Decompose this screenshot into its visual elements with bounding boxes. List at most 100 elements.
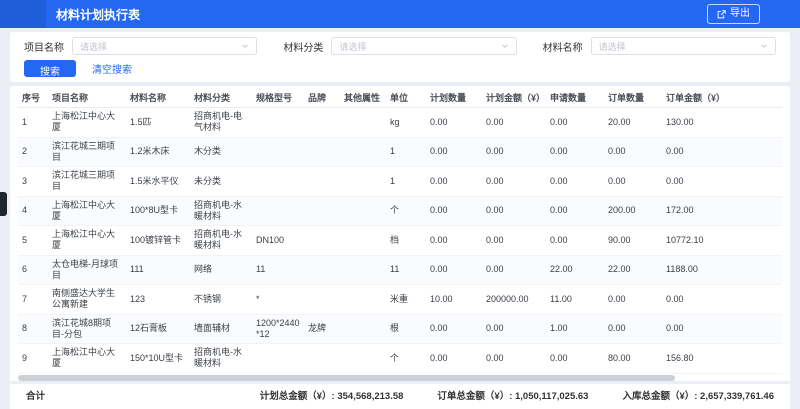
table-cell: 123 <box>126 285 190 315</box>
column-header: 其他属性 <box>340 88 386 108</box>
table-cell <box>340 314 386 344</box>
column-header: 品牌 <box>304 88 340 108</box>
table-cell: 22.00 <box>546 255 604 285</box>
table-cell: 0.00 <box>662 167 782 197</box>
table-header-row: 序号项目名称材料名称材料分类规格型号品牌其他属性单位计划数量计划金额（¥）申请数… <box>18 88 782 108</box>
table-cell: 上海松江中心大厦 <box>48 196 126 226</box>
side-drawer-handle[interactable] <box>0 192 7 216</box>
chevron-down-icon <box>241 42 249 50</box>
table-cell: 0.00 <box>482 108 546 138</box>
table-cell: 5 <box>18 226 48 256</box>
summary-total-label: 合计 <box>26 388 45 402</box>
material-name-placeholder: 请选择 <box>599 40 626 53</box>
plan-total-label: 计划总金额（¥）: <box>260 391 338 402</box>
table-cell: 1 <box>386 137 426 167</box>
table-row: 7南侧盛达大学生公寓新建123不锈钢*米重10.00200000.0011.00… <box>18 285 782 315</box>
table-cell <box>304 137 340 167</box>
table-cell: 0.00 <box>546 226 604 256</box>
table-cell: 10772.10 <box>662 226 782 256</box>
table-cell: 0.00 <box>426 344 482 374</box>
table-cell: 上海松江中心大厦 <box>48 108 126 138</box>
materials-table: 序号项目名称材料名称材料分类规格型号品牌其他属性单位计划数量计划金额（¥）申请数… <box>18 88 782 374</box>
table-cell: 0.00 <box>546 196 604 226</box>
filter-group-material: 材料名称 请选择 <box>543 37 776 55</box>
pagination-bar: 共 1673 条 ‹ 123456...84 › 前往 页 <box>10 406 790 409</box>
filter-actions: 搜索 清空搜索 <box>24 60 776 77</box>
table-cell: 太仓电梯-月球项目 <box>48 255 126 285</box>
export-button[interactable]: 导出 <box>707 4 760 24</box>
table-cell: * <box>252 285 304 315</box>
column-header: 申请数量 <box>546 88 604 108</box>
table-cell: 156.80 <box>662 344 782 374</box>
material-category-select[interactable]: 请选择 <box>331 37 516 55</box>
table-cell: 滨江花城三期项目 <box>48 167 126 197</box>
table-cell: 滨江花城8期项目-分包 <box>48 314 126 344</box>
column-header: 材料名称 <box>126 88 190 108</box>
inbound-total: 入库总金额（¥）: 2,657,339,761.46 <box>622 388 774 402</box>
table-row: 1上海松江中心大厦1.5匹招商机电-电气材料kg0.000.000.0020.0… <box>18 108 782 138</box>
table-cell <box>252 108 304 138</box>
table-cell <box>304 196 340 226</box>
table-cell: 墙面辅材 <box>190 314 252 344</box>
table-cell: 0.00 <box>482 196 546 226</box>
table-cell: 150*10U型卡 <box>126 344 190 374</box>
table-cell <box>252 137 304 167</box>
summary-totals: 计划总金额（¥）: 354,568,213.58 订单总金额（¥）: 1,050… <box>260 388 774 402</box>
table-cell <box>340 167 386 197</box>
table-cell: 130.00 <box>662 108 782 138</box>
table-cell: 0.00 <box>482 167 546 197</box>
table-cell: 100镀锌管卡 <box>126 226 190 256</box>
inbound-total-value: 2,657,339,761.46 <box>700 391 774 402</box>
table-cell: 0.00 <box>482 226 546 256</box>
data-table-panel: 序号项目名称材料名称材料分类规格型号品牌其他属性单位计划数量计划金额（¥）申请数… <box>10 86 790 381</box>
table-cell <box>252 196 304 226</box>
filter-panel: 项目名称 请选择 材料分类 请选择 材料名称 请选择 搜索 清空搜索 <box>10 32 790 82</box>
table-cell: 不锈钢 <box>190 285 252 315</box>
project-name-select[interactable]: 请选择 <box>72 37 257 55</box>
table-cell: DN100 <box>252 226 304 256</box>
table-cell: 0.00 <box>662 314 782 344</box>
summary-row: 合计 计划总金额（¥）: 354,568,213.58 订单总金额（¥）: 1,… <box>10 383 790 406</box>
table-cell: 80.00 <box>604 344 662 374</box>
table-cell: 90.00 <box>604 226 662 256</box>
horizontal-scrollbar[interactable] <box>18 375 782 381</box>
column-header: 计划金额（¥） <box>482 88 546 108</box>
top-header-bar: 材料计划执行表 导出 <box>0 0 800 28</box>
horizontal-scrollbar-thumb[interactable] <box>18 375 675 381</box>
table-cell: 200000.00 <box>482 285 546 315</box>
order-total-label: 订单总金额（¥）: <box>437 391 515 402</box>
table-cell: 滨江花城三期项目 <box>48 137 126 167</box>
table-row: 5上海松江中心大厦100镀锌管卡招商机电-水暖材料DN100档0.000.000… <box>18 226 782 256</box>
table-cell <box>340 255 386 285</box>
table-cell: 招商机电-水暖材料 <box>190 226 252 256</box>
table-cell: 0.00 <box>604 285 662 315</box>
table-cell: 9 <box>18 344 48 374</box>
table-cell <box>304 285 340 315</box>
table-cell: 个 <box>386 196 426 226</box>
table-cell: 0.00 <box>482 314 546 344</box>
plan-total-value: 354,568,213.58 <box>337 391 403 402</box>
table-cell: 6 <box>18 255 48 285</box>
table-row: 3滨江花城三期项目1.5米水平仪未分类10.000.000.000.000.00 <box>18 167 782 197</box>
logo-area <box>0 0 46 28</box>
table-cell: 1.2米木床 <box>126 137 190 167</box>
table-cell: 10.00 <box>426 285 482 315</box>
table-cell: 木分类 <box>190 137 252 167</box>
clear-search-button[interactable]: 清空搜索 <box>92 61 132 76</box>
order-total-value: 1,050,117,025.63 <box>515 391 588 402</box>
table-row: 9上海松江中心大厦150*10U型卡招商机电-水暖材料个0.000.000.00… <box>18 344 782 374</box>
table-cell: 0.00 <box>482 344 546 374</box>
table-cell: 南侧盛达大学生公寓新建 <box>48 285 126 315</box>
table-cell <box>340 344 386 374</box>
material-name-label: 材料名称 <box>543 39 583 54</box>
table-row: 4上海松江中心大厦100*8U型卡招商机电-水暖材料个0.000.000.002… <box>18 196 782 226</box>
table-body: 1上海松江中心大厦1.5匹招商机电-电气材料kg0.000.000.0020.0… <box>18 108 782 374</box>
chevron-down-icon <box>501 42 509 50</box>
chevron-down-icon <box>760 42 768 50</box>
column-header: 项目名称 <box>48 88 126 108</box>
search-button[interactable]: 搜索 <box>24 60 76 77</box>
material-name-select[interactable]: 请选择 <box>591 37 776 55</box>
table-cell: 未分类 <box>190 167 252 197</box>
export-label: 导出 <box>730 7 750 21</box>
table-cell: 招商机电-水暖材料 <box>190 344 252 374</box>
